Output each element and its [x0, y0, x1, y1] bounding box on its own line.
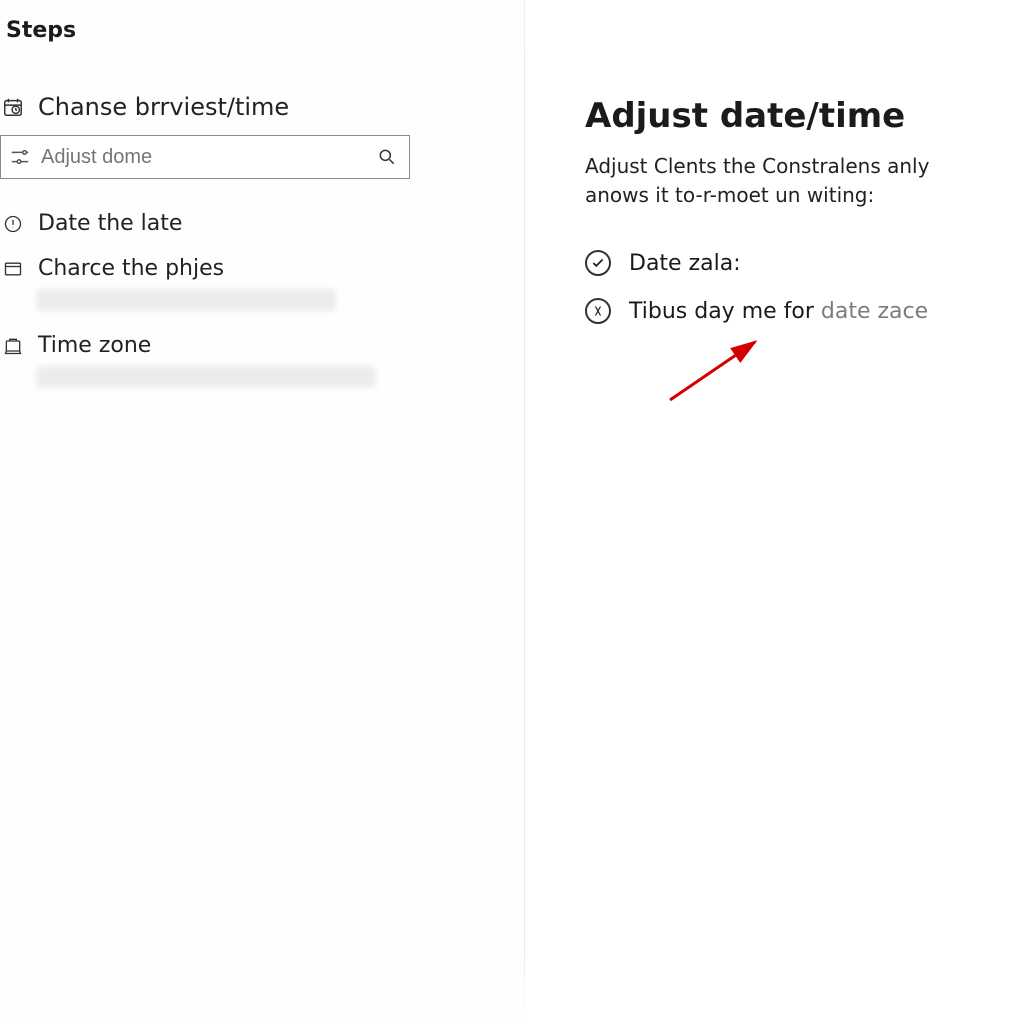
option-label: Date zala: — [629, 251, 741, 276]
left-panel: Steps Chanse brrviest/time — [0, 0, 525, 1024]
option-label-main: Tibus day me for — [629, 299, 821, 324]
page-title: Adjust date/time — [585, 96, 1006, 136]
date-alert-icon — [2, 214, 24, 234]
option-item[interactable]: Tibus day me for date zace — [585, 298, 1006, 324]
list-item-label: Date the late — [38, 211, 182, 236]
search-icon[interactable] — [377, 147, 397, 167]
blurred-subtext — [36, 366, 376, 388]
list-item[interactable]: Time zone — [0, 327, 525, 364]
blurred-subtext — [36, 289, 336, 311]
section-heading-label: Chanse brrviest/time — [38, 93, 289, 121]
clock-calendar-icon — [2, 96, 24, 118]
settings-slider-icon — [9, 146, 31, 168]
search-input[interactable] — [41, 146, 377, 169]
search-field-wrap — [0, 135, 410, 179]
right-panel: Adjust date/time Adjust Clents the Const… — [525, 0, 1024, 1024]
checkmark-icon — [585, 250, 611, 276]
option-label: Tibus day me for date zace — [629, 299, 928, 324]
list-item-label: Charce the phjes — [38, 256, 224, 281]
section-heading: Chanse brrviest/time — [0, 87, 525, 127]
panel-divider — [524, 0, 525, 1024]
steps-title: Steps — [0, 18, 525, 43]
option-label-tail: date zace — [821, 299, 928, 324]
list-item[interactable]: Charce the phjes — [0, 250, 525, 287]
timezone-icon — [2, 336, 24, 356]
action-icon — [585, 298, 611, 324]
option-item[interactable]: Date zala: — [585, 250, 1006, 276]
window-icon — [2, 259, 24, 279]
list-item[interactable]: Date the late — [0, 205, 525, 242]
list-item-label: Time zone — [38, 333, 151, 358]
page-description: Adjust Clents the Constralens anly anows… — [585, 152, 985, 210]
search-box[interactable] — [0, 135, 410, 179]
